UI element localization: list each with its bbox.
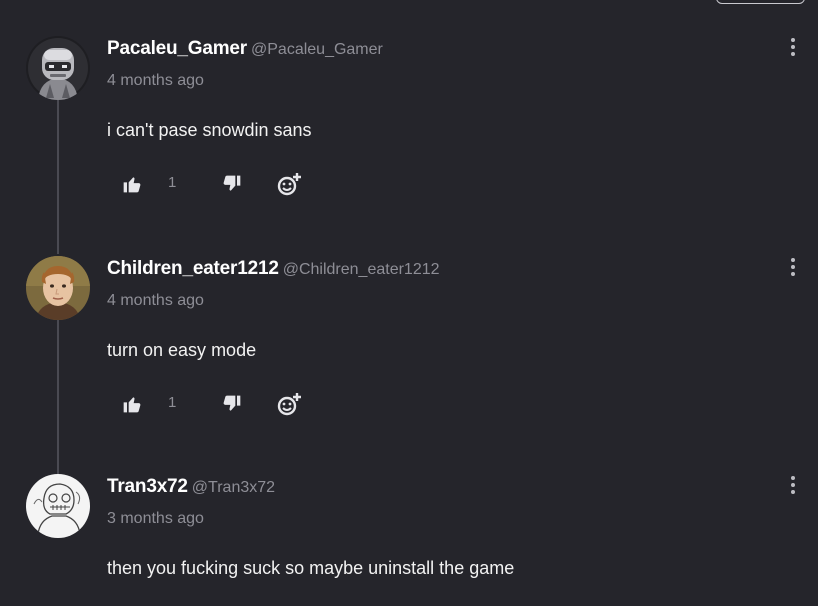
like-count: 1 — [168, 394, 177, 411]
add-reaction-icon — [277, 173, 301, 196]
more-options-icon[interactable] — [784, 34, 802, 60]
comment-text: i can't pase snowdin sans — [107, 120, 312, 140]
comment-header: Pacaleu_Gamer @Pacaleu_Gamer — [107, 38, 383, 60]
username[interactable]: Children_eater1212 — [107, 258, 279, 279]
sketch-skull-avatar — [26, 474, 90, 538]
thumbs-down-icon — [223, 175, 241, 191]
comments-panel: Pacaleu_Gamer @Pacaleu_Gamer 4 months ago… — [0, 0, 818, 606]
user-handle[interactable]: @Children_eater1212 — [283, 261, 440, 278]
thread-line — [57, 320, 59, 474]
dislike-button[interactable] — [222, 392, 242, 416]
timestamp: 3 months ago — [107, 510, 204, 527]
top-button[interactable] — [716, 0, 805, 4]
comment-header: Tran3x72 @Tran3x72 — [107, 476, 275, 498]
avatar[interactable] — [26, 474, 90, 538]
username[interactable]: Tran3x72 — [107, 476, 188, 497]
like-button[interactable] — [122, 392, 142, 416]
comment-actions: 1 — [118, 172, 318, 196]
user-handle[interactable]: @Pacaleu_Gamer — [251, 41, 383, 58]
more-options-icon[interactable] — [784, 472, 802, 498]
comment-actions: 1 — [118, 392, 318, 416]
more-options-icon[interactable] — [784, 254, 802, 280]
add-reaction-icon — [277, 393, 301, 416]
like-count: 1 — [168, 174, 177, 191]
avatar[interactable] — [26, 256, 90, 320]
comment-header: Children_eater1212 @Children_eater1212 — [107, 258, 440, 280]
robot-helmet-avatar — [26, 36, 90, 100]
comment-text: turn on easy mode — [107, 340, 257, 360]
user-handle[interactable]: @Tran3x72 — [192, 479, 275, 496]
username[interactable]: Pacaleu_Gamer — [107, 38, 247, 59]
child-photo-avatar — [26, 256, 90, 320]
react-button[interactable] — [276, 392, 302, 416]
thread-line — [57, 98, 59, 254]
avatar[interactable] — [26, 36, 90, 100]
thumbs-up-icon — [123, 177, 141, 193]
comment-text: then you fucking suck so maybe uninstall… — [107, 558, 515, 578]
timestamp: 4 months ago — [107, 72, 204, 89]
thumbs-down-icon — [223, 395, 241, 411]
timestamp: 4 months ago — [107, 292, 204, 309]
thumbs-up-icon — [123, 397, 141, 413]
like-button[interactable] — [122, 172, 142, 196]
dislike-button[interactable] — [222, 172, 242, 196]
react-button[interactable] — [276, 172, 302, 196]
